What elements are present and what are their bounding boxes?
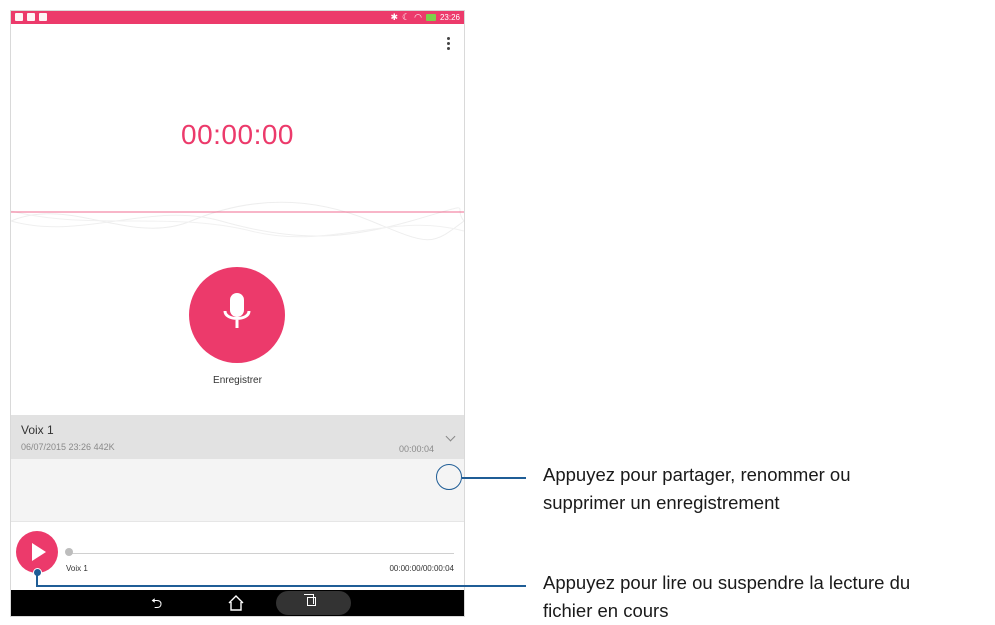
progress-knob[interactable] — [65, 548, 73, 556]
recent-apps-button[interactable] — [276, 591, 351, 615]
navigation-bar: ⮌ — [11, 590, 464, 616]
play-annotation-line: fichier en cours — [543, 600, 669, 621]
player-time: 00:00:00/00:00:04 — [389, 564, 454, 573]
progress-track[interactable] — [68, 553, 454, 554]
recording-duration: 00:00:04 — [398, 444, 434, 454]
recording-title: Voix 1 — [21, 423, 54, 437]
back-icon[interactable]: ⮌ — [151, 594, 162, 612]
status-time: 23:26 — [439, 13, 460, 22]
play-button[interactable] — [16, 531, 58, 573]
notification-icon — [27, 13, 35, 21]
recording-meta: 06/07/2015 23:26 442K — [21, 442, 115, 452]
home-icon[interactable] — [226, 593, 246, 613]
menu-icon[interactable] — [445, 36, 451, 50]
wifi-icon: ◠ — [414, 12, 422, 22]
waveform-visual — [11, 201, 464, 241]
status-bar: ✱ ☾ ◠ 23:26 — [11, 11, 464, 24]
play-annotation-line: Appuyez pour lire ou suspendre la lectur… — [543, 572, 911, 593]
options-callout-line — [462, 477, 526, 479]
player-bar: Voix 1 00:00:00/00:00:04 — [11, 522, 464, 591]
device-screen: ✱ ☾ ◠ 23:26 00:00:00 Enregistrer Voix 1 … — [10, 10, 465, 617]
recording-list-item[interactable]: Voix 1 06/07/2015 23:26 442K 00:00:04 — [11, 415, 464, 459]
notification-icon — [15, 13, 23, 21]
options-annotation-line: supprimer un enregistrement — [543, 492, 780, 513]
options-annotation-line: Appuyez pour partager, renommer ou — [543, 464, 851, 485]
mic-icon — [223, 293, 251, 328]
status-icons: ✱ ☾ ◠ 23:26 — [390, 12, 460, 23]
recent-apps-icon — [304, 594, 316, 606]
bluetooth-icon: ✱ — [390, 12, 399, 22]
play-callout-marker — [33, 568, 42, 577]
player-title: Voix 1 — [66, 564, 88, 573]
chevron-down-icon[interactable] — [445, 431, 456, 442]
options-annotation: Appuyez pour partager, renommer ou suppr… — [543, 461, 850, 517]
play-callout-line — [36, 585, 526, 587]
moon-icon: ☾ — [402, 12, 411, 22]
notification-icons — [15, 13, 47, 21]
record-button[interactable] — [189, 267, 285, 363]
notification-icon — [39, 13, 47, 21]
recording-timer: 00:00:00 — [181, 119, 294, 150]
recording-options-area — [11, 459, 464, 522]
record-label: Enregistrer — [213, 375, 262, 386]
battery-icon — [425, 14, 436, 21]
options-callout-marker — [436, 464, 462, 490]
play-icon — [32, 543, 46, 561]
